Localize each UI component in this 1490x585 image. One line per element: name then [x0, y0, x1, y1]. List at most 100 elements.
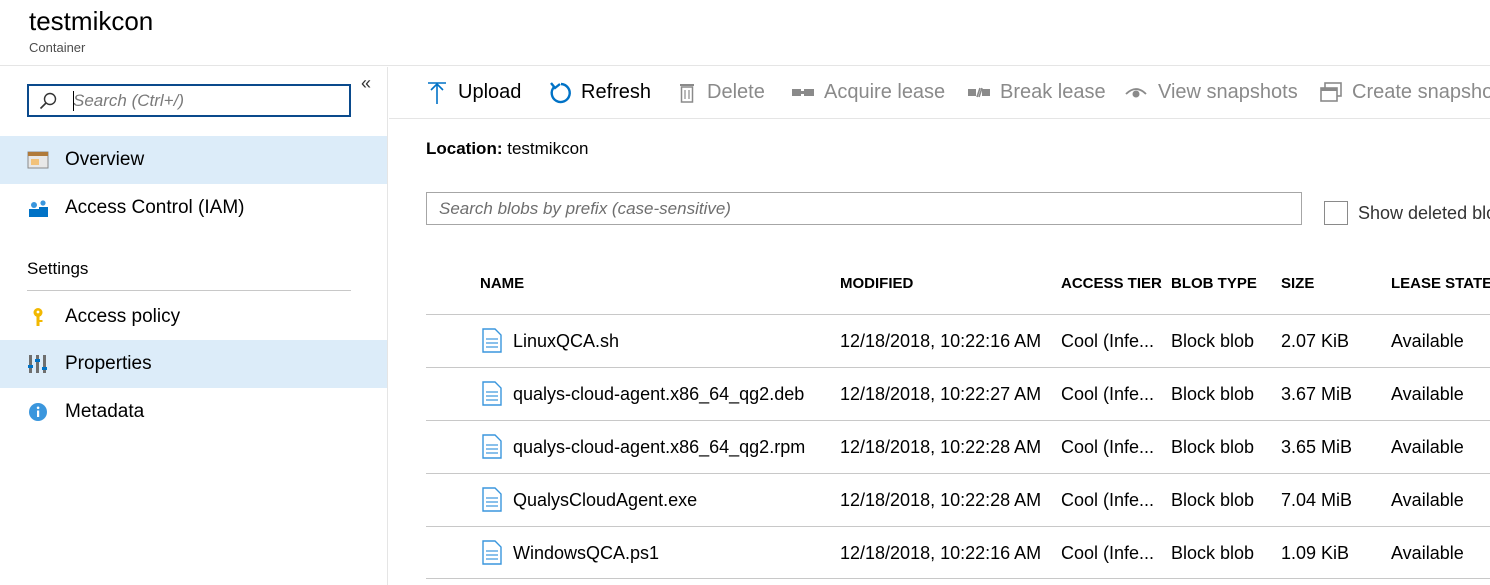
break-lease-button[interactable]: Break lease [967, 79, 1107, 107]
file-icon [482, 487, 502, 512]
properties-icon [28, 355, 47, 373]
page-subtitle: Container [29, 40, 86, 55]
sidebar-item-label: Access Control (IAM) [65, 197, 245, 218]
blob-type: Block blob [1171, 490, 1255, 510]
blob-type: Block blob [1171, 437, 1255, 457]
blob-access-tier: Cool (Infe... [1061, 490, 1155, 510]
text-caret [73, 91, 74, 111]
sidebar-item-metadata[interactable]: Metadata [0, 388, 387, 436]
blob-modified: 12/18/2018, 10:22:28 AM [840, 437, 1042, 457]
blob-modified: 12/18/2018, 10:22:28 AM [840, 490, 1042, 510]
create-snapshot-button[interactable]: Create snapshot [1319, 79, 1490, 107]
blob-name[interactable]: LinuxQCA.sh [513, 331, 619, 352]
view-snapshots-button[interactable]: View snapshots [1125, 79, 1305, 107]
iam-icon [29, 200, 48, 217]
acquire-lease-icon [792, 89, 814, 96]
sidebar-item-access-policy[interactable]: Access policy [0, 293, 387, 341]
page-title: testmikcon [29, 6, 154, 36]
show-deleted-label: Show deleted blobs [1358, 203, 1490, 223]
show-deleted-checkbox[interactable] [1324, 201, 1348, 225]
blob-name[interactable]: qualys-cloud-agent.x86_64_qg2.rpm [513, 437, 805, 458]
blob-type: Block blob [1171, 543, 1255, 563]
table-row[interactable]: qualys-cloud-agent.x86_64_qg2.rpm 12/18/… [426, 420, 1490, 473]
blob-size: 3.65 MiB [1281, 437, 1353, 457]
blob-name[interactable]: qualys-cloud-agent.x86_64_qg2.deb [513, 384, 804, 405]
location-label: Location: [426, 139, 503, 158]
table-row[interactable]: WindowsQCA.ps1 12/18/2018, 10:22:16 AM C… [426, 526, 1490, 579]
location-value: testmikcon [507, 139, 589, 158]
blob-search-input[interactable] [439, 197, 1289, 221]
file-icon [482, 434, 502, 459]
trash-icon [680, 84, 694, 103]
blob-lease-state: Available [1391, 331, 1464, 351]
sidebar-search-box[interactable] [27, 84, 351, 117]
sidebar-item-label: Overview [65, 149, 145, 170]
overview-icon [27, 151, 49, 169]
create-snapshot-icon [1320, 82, 1342, 102]
upload-label: Upload [458, 81, 522, 103]
blob-modified: 12/18/2018, 10:22:16 AM [840, 543, 1042, 563]
key-icon [33, 308, 43, 326]
table-row[interactable]: qualys-cloud-agent.x86_64_qg2.deb 12/18/… [426, 367, 1490, 420]
info-icon [29, 403, 47, 421]
search-icon [39, 92, 57, 110]
acquire-lease-button[interactable]: Acquire lease [791, 79, 951, 107]
sidebar-item-properties[interactable]: Properties [0, 340, 387, 388]
divider [27, 290, 351, 291]
blob-name[interactable]: WindowsQCA.ps1 [513, 543, 659, 564]
column-header-blob-type[interactable]: BLOB TYPE [1171, 275, 1257, 292]
sidebar: « Overview Access Control (IAM) Settings… [0, 67, 388, 585]
command-bar: Upload Refresh Delete Acquire lease Brea… [389, 67, 1490, 119]
blob-modified: 12/18/2018, 10:22:16 AM [840, 331, 1042, 351]
blob-access-tier: Cool (Infe... [1061, 437, 1155, 457]
column-header-modified[interactable]: MODIFIED [840, 275, 913, 292]
blob-access-tier: Cool (Infe... [1061, 384, 1155, 404]
blob-search-box[interactable] [426, 192, 1302, 225]
upload-button[interactable]: Upload [426, 79, 526, 107]
create-snapshot-label: Create snapshot [1352, 81, 1490, 103]
collapse-sidebar-button[interactable]: « [361, 73, 371, 94]
blob-size: 3.67 MiB [1281, 384, 1353, 404]
column-header-lease-state[interactable]: LEASE STATE [1391, 275, 1490, 292]
blob-size: 1.09 KiB [1281, 543, 1350, 563]
blob-access-tier: Cool (Infe... [1061, 543, 1155, 563]
column-header-name[interactable]: NAME [480, 275, 524, 292]
blob-type: Block blob [1171, 384, 1255, 404]
blob-lease-state: Available [1391, 490, 1464, 510]
table-row[interactable]: QualysCloudAgent.exe 12/18/2018, 10:22:2… [426, 473, 1490, 526]
sidebar-item-label: Properties [65, 353, 152, 374]
file-icon [482, 381, 502, 406]
sidebar-item-access-control[interactable]: Access Control (IAM) [0, 184, 387, 232]
location-line: Location: testmikcon [426, 139, 588, 159]
eye-icon [1125, 88, 1147, 98]
acquire-lease-label: Acquire lease [824, 81, 946, 103]
sidebar-item-label: Metadata [65, 401, 145, 422]
break-lease-label: Break lease [1000, 81, 1106, 103]
delete-button[interactable]: Delete [677, 79, 777, 107]
sidebar-search-input[interactable] [73, 89, 343, 113]
column-header-access-tier[interactable]: ACCESS TIER [1061, 275, 1162, 292]
blob-name[interactable]: QualysCloudAgent.exe [513, 490, 697, 511]
table-row[interactable]: LinuxQCA.sh 12/18/2018, 10:22:16 AM Cool… [426, 314, 1490, 367]
blob-size: 7.04 MiB [1281, 490, 1353, 510]
refresh-icon [550, 82, 571, 104]
delete-label: Delete [707, 81, 765, 103]
file-icon [482, 328, 502, 353]
column-header-size[interactable]: SIZE [1281, 275, 1314, 292]
blob-type: Block blob [1171, 331, 1255, 351]
blob-modified: 12/18/2018, 10:22:27 AM [840, 384, 1042, 404]
blob-lease-state: Available [1391, 384, 1464, 404]
blob-size: 2.07 KiB [1281, 331, 1350, 351]
break-lease-icon [968, 87, 990, 98]
blade-header: testmikcon Container [0, 0, 1490, 66]
file-icon [482, 540, 502, 565]
upload-icon [428, 82, 446, 104]
sidebar-item-overview[interactable]: Overview [0, 136, 387, 184]
blob-access-tier: Cool (Infe... [1061, 331, 1155, 351]
view-snapshots-label: View snapshots [1158, 81, 1298, 103]
refresh-button[interactable]: Refresh [548, 79, 658, 107]
blob-lease-state: Available [1391, 437, 1464, 457]
settings-section-title: Settings [27, 259, 89, 278]
sidebar-item-label: Access policy [65, 306, 181, 327]
refresh-label: Refresh [581, 81, 652, 103]
